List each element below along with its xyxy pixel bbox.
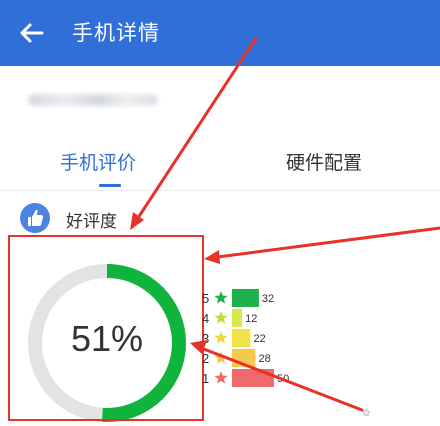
- rating-level-label-1: 1: [202, 371, 209, 386]
- rating-bar-3: [232, 329, 251, 347]
- rating-level-label-4: 4: [202, 311, 209, 326]
- product-name-blurred: [28, 94, 158, 106]
- rating-count-label-1: 50: [277, 373, 289, 385]
- star-icon-5: [214, 291, 228, 304]
- rating-count-label-4: 12: [245, 313, 257, 325]
- star-icon-3: [214, 331, 228, 344]
- annotation-highlight-box: [8, 235, 204, 421]
- rating-count-label-2: 28: [259, 353, 271, 365]
- watermark-glyph: ✿: [362, 408, 371, 419]
- rating-level-label-2: 2: [202, 351, 209, 366]
- annotation-arrow-2: [208, 226, 440, 260]
- page-title: 手机详情: [72, 21, 160, 45]
- arrow-left-icon[interactable]: [18, 20, 46, 46]
- rating-bar-2: [232, 349, 256, 367]
- rating-level-label-3: 3: [202, 331, 209, 346]
- tab-phone-evaluation[interactable]: 手机评价: [60, 148, 136, 175]
- rating-count-label-3: 22: [254, 333, 266, 345]
- rating-level-label-5: 5: [202, 291, 209, 306]
- section-label-rating: 好评度: [66, 212, 117, 232]
- tab-divider: [0, 190, 440, 191]
- star-icon-2: [214, 351, 228, 364]
- rating-bar-5: [232, 289, 259, 307]
- rating-bar-1: [232, 369, 274, 387]
- rating-bar-4: [232, 309, 243, 327]
- star-icon-1: [214, 371, 228, 384]
- app-bar: 手机详情: [0, 0, 440, 66]
- rating-count-label-5: 32: [262, 293, 274, 305]
- star-icon-4: [214, 311, 228, 324]
- star-rating-bar-chart: 5 324 123 222 281 50: [202, 289, 289, 387]
- thumbs-up-icon: [20, 203, 50, 233]
- tab-hardware-config[interactable]: 硬件配置: [286, 148, 362, 175]
- active-tab-indicator: [99, 184, 121, 187]
